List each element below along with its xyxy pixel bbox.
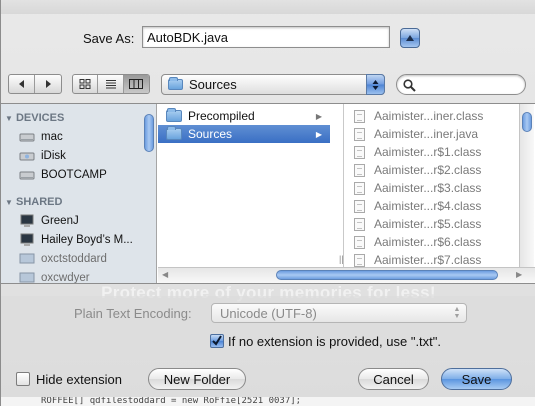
save-button[interactable]: Save xyxy=(441,368,512,390)
list-view-icon xyxy=(105,80,116,89)
computer-icon xyxy=(19,214,35,228)
icon-view-button[interactable] xyxy=(73,75,99,93)
sidebar-scrollbar[interactable] xyxy=(142,104,156,283)
document-icon xyxy=(354,199,365,213)
file-row[interactable]: Aaimister...r$3.class xyxy=(346,179,481,197)
horizontal-scroll-thumb[interactable] xyxy=(276,270,498,280)
sidebar-scroll-thumb[interactable] xyxy=(144,114,154,152)
column-resize-handle[interactable]: || xyxy=(339,254,344,264)
idisk-icon xyxy=(19,149,35,163)
sidebar-item-idisk[interactable]: iDisk xyxy=(19,147,66,165)
folder-row-sources[interactable]: Sources ▶ xyxy=(158,125,330,143)
back-button[interactable] xyxy=(9,75,36,93)
back-forward-control xyxy=(8,74,62,94)
column-files: Aaimister...iner.class Aaimister...iner.… xyxy=(346,104,535,269)
triangle-up-icon xyxy=(406,35,414,41)
save-as-label: Save As: xyxy=(83,31,135,46)
location-popup[interactable]: Sources xyxy=(161,74,385,95)
scroll-left-arrow-icon[interactable]: ◀ xyxy=(162,270,168,279)
file-row[interactable]: Aaimister...r$4.class xyxy=(346,197,481,215)
folder-icon xyxy=(166,126,182,140)
document-icon xyxy=(354,109,365,123)
sidebar-item-oxctstoddard[interactable]: oxctstoddard xyxy=(19,250,107,268)
files-scroll-thumb[interactable] xyxy=(522,112,532,132)
icon-view-icon xyxy=(79,79,91,89)
popup-arrows-icon: ▲ ▼ xyxy=(453,306,461,320)
filename-field[interactable]: AutoBDK.java xyxy=(142,26,390,48)
document-icon xyxy=(354,235,365,249)
file-row[interactable]: Aaimister...r$6.class xyxy=(346,233,481,251)
sidebar-item-oxcwdyer[interactable]: oxcwdyer xyxy=(19,269,90,283)
encoding-label: Plain Text Encoding: xyxy=(74,306,192,321)
extension-checkbox-label: If no extension is provided, use ".txt". xyxy=(228,334,442,349)
editor-code-line: ROFFEE[] qdfilestoddard = new RoFfie[252… xyxy=(1,397,535,406)
files-scrollbar[interactable] xyxy=(519,104,534,267)
disclosure-arrow-icon: ▶ xyxy=(315,129,322,139)
folder-icon xyxy=(166,108,182,122)
shared-header: ▼ SHARED xyxy=(5,196,63,208)
devices-header: ▼ DEVICES xyxy=(5,112,65,124)
sidebar-item-greenj[interactable]: GreenJ xyxy=(19,212,79,230)
cancel-button[interactable]: Cancel xyxy=(358,368,429,390)
document-icon xyxy=(354,145,365,159)
encoding-popup[interactable]: Unicode (UTF-8) ▲ ▼ xyxy=(211,303,467,323)
document-icon xyxy=(354,217,365,231)
sidebar: ▼ DEVICES mac iDisk BOOTCAMP ▼ SHARED Gr… xyxy=(1,104,157,283)
document-icon xyxy=(354,127,365,141)
document-icon xyxy=(354,253,365,267)
computer-icon xyxy=(19,233,35,247)
disclosure-arrow-icon: ▶ xyxy=(315,111,322,121)
network-display-icon xyxy=(19,252,35,266)
hide-extension-label: Hide extension xyxy=(36,372,122,387)
hard-drive-icon xyxy=(19,130,35,144)
file-row[interactable]: Aaimister...r$5.class xyxy=(346,215,481,233)
location-popup-label: Sources xyxy=(189,77,237,92)
magnifier-icon xyxy=(403,79,416,92)
forward-arrow-icon xyxy=(46,80,51,88)
save-options-panel: Plain Text Encoding: Unicode (UTF-8) ▲ ▼ … xyxy=(1,296,535,360)
sidebar-item-mac[interactable]: mac xyxy=(19,128,63,146)
file-browser: ▼ DEVICES mac iDisk BOOTCAMP ▼ SHARED Gr… xyxy=(1,103,535,284)
sidebar-item-hailey[interactable]: Hailey Boyd’s M... xyxy=(19,231,133,249)
hard-drive-icon xyxy=(19,168,35,182)
extension-checkbox[interactable] xyxy=(210,334,224,348)
sheet-top-edge xyxy=(1,0,535,14)
browser-horizontal-scrollbar[interactable]: ◀ ▶ xyxy=(158,267,535,283)
file-row[interactable]: Aaimister...r$2.class xyxy=(346,161,481,179)
sidebar-item-bootcamp[interactable]: BOOTCAMP xyxy=(19,166,107,184)
folder-icon xyxy=(168,77,183,90)
column-view-icon xyxy=(129,79,144,89)
hide-extension-checkbox[interactable] xyxy=(16,372,30,386)
save-sheet: Save As: AutoBDK.java Sources ▼ DEVICES … xyxy=(0,0,535,406)
search-field[interactable] xyxy=(396,74,526,95)
checkmark-icon xyxy=(212,335,222,346)
column-folders: Precompiled ▶ Sources ▶ || xyxy=(158,104,344,269)
popup-arrows-icon xyxy=(366,74,385,95)
document-icon xyxy=(354,163,365,177)
folder-row-precompiled[interactable]: Precompiled ▶ xyxy=(158,107,330,125)
file-row[interactable]: Aaimister...r$1.class xyxy=(346,143,481,161)
network-display-icon xyxy=(19,271,35,283)
file-row[interactable]: Aaimister...iner.java xyxy=(346,125,478,143)
collapse-toggle-button[interactable] xyxy=(400,28,420,48)
list-view-button[interactable] xyxy=(98,75,124,93)
encoding-popup-value: Unicode (UTF-8) xyxy=(220,305,317,321)
file-row[interactable]: Aaimister...iner.class xyxy=(346,107,483,125)
back-arrow-icon xyxy=(18,80,24,88)
document-icon xyxy=(354,181,365,195)
new-folder-button[interactable]: New Folder xyxy=(148,368,246,390)
view-mode-control xyxy=(72,74,150,94)
scroll-right-arrow-icon[interactable]: ▶ xyxy=(516,270,522,279)
forward-button[interactable] xyxy=(35,75,61,93)
column-view-button[interactable] xyxy=(123,75,149,93)
